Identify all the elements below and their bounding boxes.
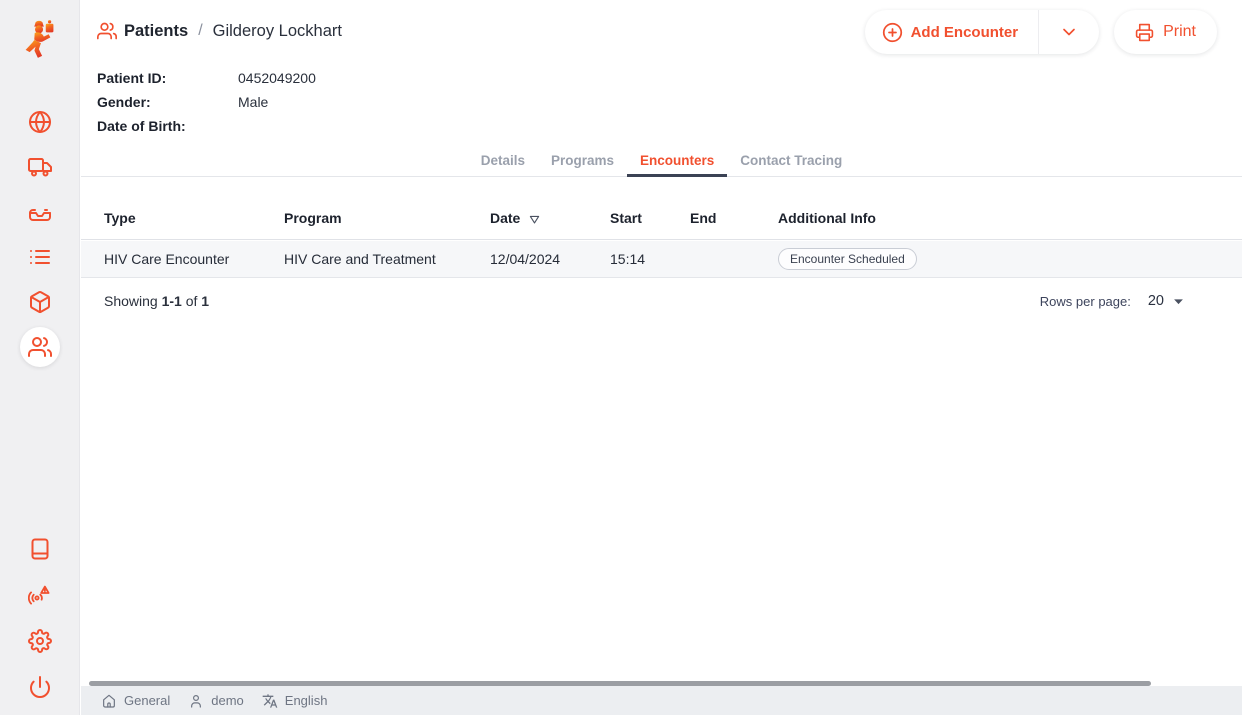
printer-icon — [1135, 23, 1154, 42]
header-actions: Add Encounter Print — [865, 10, 1217, 54]
power-icon — [28, 675, 52, 699]
rows-per-page-value: 20 — [1148, 293, 1164, 309]
column-header-date: Date — [490, 210, 610, 226]
print-button[interactable]: Print — [1114, 10, 1217, 54]
tab-encounters[interactable]: Encounters — [627, 145, 727, 176]
breadcrumb-current-patient: Gilderoy Lockhart — [213, 22, 342, 41]
user-icon — [188, 693, 204, 709]
add-encounter-button[interactable]: Add Encounter — [865, 10, 1039, 54]
footer-language-switcher[interactable]: English — [262, 693, 328, 709]
status-badge: Encounter Scheduled — [778, 248, 917, 270]
footer-location-label: General — [124, 693, 170, 708]
rows-per-page-label: Rows per page: — [1040, 294, 1131, 309]
main-content: Patients / Gilderoy Lockhart Add Encount… — [81, 0, 1242, 715]
globe-icon — [28, 110, 52, 134]
plus-circle-icon — [882, 22, 903, 43]
patient-id-label: Patient ID: — [97, 70, 238, 86]
tab-contact-tracing[interactable]: Contact Tracing — [727, 145, 855, 176]
column-header-start: Start — [610, 210, 690, 226]
breadcrumb: Patients / Gilderoy Lockhart — [97, 21, 342, 41]
breadcrumb-separator: / — [195, 22, 205, 40]
sidebar-item-alerts[interactable] — [28, 583, 52, 607]
showing-range: 1-1 — [162, 293, 182, 309]
gender-label: Gender: — [97, 94, 238, 110]
sidebar-item-stock[interactable] — [28, 290, 52, 314]
inbox-tray-icon — [28, 200, 52, 224]
app-window: Patients / Gilderoy Lockhart Add Encount… — [0, 0, 1242, 715]
patient-tabs: Details Programs Encounters Contact Trac… — [81, 145, 1242, 177]
patient-field-row: Gender: Male — [97, 90, 316, 114]
sidebar-footer-nav — [0, 537, 80, 699]
dob-label: Date of Birth: — [97, 118, 238, 134]
settings-gear-icon — [28, 629, 52, 653]
print-label: Print — [1163, 23, 1196, 41]
package-icon — [28, 290, 52, 314]
patient-field-row: Patient ID: 0452049200 — [97, 66, 316, 90]
patient-field-row: Date of Birth: — [97, 114, 316, 138]
column-header-end: End — [690, 210, 778, 226]
sidebar-item-guide[interactable] — [28, 537, 52, 561]
sidebar-item-inbox[interactable] — [28, 200, 52, 224]
column-header-program: Program — [284, 210, 490, 226]
sidebar-item-dispatch[interactable] — [28, 155, 52, 179]
sidebar-item-settings[interactable] — [28, 629, 52, 653]
tab-programs[interactable]: Programs — [538, 145, 627, 176]
cell-additional-info: Encounter Scheduled — [778, 248, 1242, 270]
cell-program: HIV Care and Treatment — [284, 251, 490, 267]
column-header-date-label: Date — [490, 210, 520, 226]
pagination-bar: Showing 1-1 of 1 Rows per page: 20 — [81, 288, 1242, 314]
users-icon — [97, 21, 117, 41]
sidebar — [0, 0, 80, 715]
of-label: of — [186, 293, 198, 309]
chevron-down-icon — [1059, 22, 1079, 42]
sidebar-item-lists[interactable] — [28, 245, 52, 269]
showing-label: Showing — [104, 293, 158, 309]
users-icon — [28, 335, 52, 359]
cell-type: HIV Care Encounter — [104, 251, 284, 267]
sort-button[interactable] — [529, 215, 540, 224]
footer-location-switcher[interactable]: General — [101, 693, 170, 709]
column-header-additional-info: Additional Info — [778, 210, 1242, 226]
sidebar-nav — [0, 110, 80, 359]
gender-value: Male — [238, 94, 268, 110]
encounter-table-row[interactable]: HIV Care Encounter HIV Care and Treatmen… — [81, 241, 1242, 278]
patient-summary: Patient ID: 0452049200 Gender: Male Date… — [97, 66, 316, 138]
footer-bar: General demo English — [81, 686, 1242, 715]
triangle-down-outline-icon — [529, 215, 540, 224]
list-icon — [28, 245, 52, 269]
add-encounter-label: Add Encounter — [911, 24, 1019, 41]
patient-id-value: 0452049200 — [238, 70, 316, 86]
translate-icon — [262, 693, 278, 709]
add-encounter-dropdown-button[interactable] — [1039, 10, 1099, 54]
cell-start: 15:14 — [610, 251, 690, 267]
sidebar-item-patients[interactable] — [28, 335, 52, 359]
broadcast-alert-icon — [28, 583, 52, 607]
column-header-type: Type — [104, 210, 284, 226]
rows-per-page-select[interactable]: 20 — [1148, 293, 1184, 309]
cell-date: 12/04/2024 — [490, 251, 610, 267]
book-icon — [28, 537, 52, 561]
app-logo-icon — [17, 14, 63, 66]
add-encounter-split-button: Add Encounter — [865, 10, 1100, 54]
truck-icon — [28, 155, 52, 179]
footer-user-label: demo — [211, 693, 244, 708]
triangle-down-filled-icon — [1173, 298, 1184, 305]
footer-user-menu[interactable]: demo — [188, 693, 244, 709]
sidebar-item-globe[interactable] — [28, 110, 52, 134]
encounters-table-header: Type Program Date Start End Additional I… — [81, 178, 1242, 240]
footer-language-label: English — [285, 693, 328, 708]
showing-count: Showing 1-1 of 1 — [104, 293, 209, 309]
sidebar-item-logout[interactable] — [28, 675, 52, 699]
home-icon — [101, 693, 117, 709]
rows-per-page: Rows per page: 20 — [1040, 293, 1184, 309]
showing-total: 1 — [201, 293, 209, 309]
tab-details[interactable]: Details — [468, 145, 538, 176]
breadcrumb-section[interactable]: Patients — [124, 22, 188, 41]
